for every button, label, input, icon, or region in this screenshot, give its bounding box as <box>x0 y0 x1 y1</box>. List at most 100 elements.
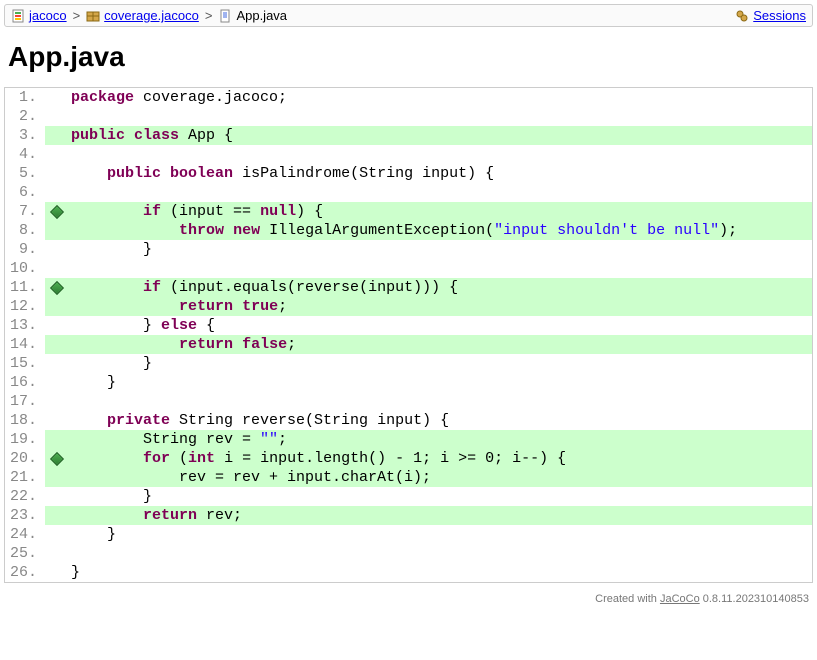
code-content <box>69 259 812 278</box>
file-icon <box>218 9 232 23</box>
coverage-gutter <box>45 202 69 221</box>
code-content: for (int i = input.length() - 1; i >= 0;… <box>69 449 812 468</box>
coverage-gutter <box>45 316 69 335</box>
coverage-gutter <box>45 563 69 582</box>
code-line: 14. return false; <box>5 335 812 354</box>
code-content: private String reverse(String input) { <box>69 411 812 430</box>
code-content: throw new IllegalArgumentException("inpu… <box>69 221 812 240</box>
code-content <box>69 183 812 202</box>
coverage-gutter <box>45 354 69 373</box>
code-content: return false; <box>69 335 812 354</box>
coverage-gutter <box>45 221 69 240</box>
line-number: 2. <box>5 107 45 126</box>
coverage-gutter <box>45 278 69 297</box>
code-line: 3.public class App { <box>5 126 812 145</box>
sessions-link[interactable]: Sessions <box>753 8 806 23</box>
code-line: 22. } <box>5 487 812 506</box>
code-content <box>69 145 812 164</box>
code-line: 11. if (input.equals(reverse(input))) { <box>5 278 812 297</box>
footer-suffix: 0.8.11.202310140853 <box>700 593 809 605</box>
branch-diamond-icon <box>50 280 64 294</box>
breadcrumb-bar: jacoco > coverage.jacoco > App.java Sess… <box>4 4 813 27</box>
line-number: 19. <box>5 430 45 449</box>
coverage-gutter <box>45 297 69 316</box>
code-line: 7. if (input == null) { <box>5 202 812 221</box>
line-number: 20. <box>5 449 45 468</box>
line-number: 25. <box>5 544 45 563</box>
package-icon <box>86 9 100 23</box>
line-number: 24. <box>5 525 45 544</box>
sessions-icon <box>735 9 749 23</box>
line-number: 18. <box>5 411 45 430</box>
line-number: 17. <box>5 392 45 411</box>
coverage-gutter <box>45 449 69 468</box>
code-line: 25. <box>5 544 812 563</box>
coverage-gutter <box>45 373 69 392</box>
line-number: 11. <box>5 278 45 297</box>
branch-diamond-icon <box>50 204 64 218</box>
code-line: 1. package coverage.jacoco; <box>5 88 812 107</box>
line-number: 22. <box>5 487 45 506</box>
coverage-gutter <box>45 126 69 145</box>
breadcrumb-package[interactable]: coverage.jacoco <box>104 8 199 23</box>
coverage-gutter <box>45 335 69 354</box>
report-icon <box>11 9 25 23</box>
code-content: } <box>69 563 812 582</box>
code-content <box>69 544 812 563</box>
code-content: } <box>69 487 812 506</box>
coverage-gutter <box>45 544 69 563</box>
coverage-gutter <box>45 487 69 506</box>
line-number: 7. <box>5 202 45 221</box>
code-line: 2. <box>5 107 812 126</box>
code-content: return rev; <box>69 506 812 525</box>
line-number: 14. <box>5 335 45 354</box>
coverage-gutter <box>45 468 69 487</box>
code-line: 20. for (int i = input.length() - 1; i >… <box>5 449 812 468</box>
breadcrumb-file: App.java <box>236 8 287 23</box>
line-number: 21. <box>5 468 45 487</box>
code-content: } <box>69 525 812 544</box>
code-content: } <box>69 373 812 392</box>
code-line: 13. } else { <box>5 316 812 335</box>
coverage-gutter <box>45 145 69 164</box>
code-content: String rev = ""; <box>69 430 812 449</box>
code-content: return true; <box>69 297 812 316</box>
code-content: if (input == null) { <box>69 202 812 221</box>
line-number: 26. <box>5 563 45 582</box>
code-line: 4. <box>5 145 812 164</box>
code-line: 19. String rev = ""; <box>5 430 812 449</box>
coverage-gutter <box>45 259 69 278</box>
code-line: 10. <box>5 259 812 278</box>
code-line: 26.} <box>5 563 812 582</box>
coverage-gutter <box>45 411 69 430</box>
line-number: 9. <box>5 240 45 259</box>
breadcrumb-root[interactable]: jacoco <box>29 8 67 23</box>
line-number: 1. <box>5 88 45 107</box>
footer: Created with JaCoCo 0.8.11.202310140853 <box>4 593 813 605</box>
footer-prefix: Created with <box>595 593 660 605</box>
breadcrumb-left: jacoco > coverage.jacoco > App.java <box>11 8 287 23</box>
coverage-gutter <box>45 88 69 107</box>
code-content: } <box>69 240 812 259</box>
code-line: 21. rev = rev + input.charAt(i); <box>5 468 812 487</box>
code-line: 23. return rev; <box>5 506 812 525</box>
code-line: 9. } <box>5 240 812 259</box>
breadcrumb-separator: > <box>71 8 83 23</box>
code-content: if (input.equals(reverse(input))) { <box>69 278 812 297</box>
line-number: 12. <box>5 297 45 316</box>
footer-jacoco-link[interactable]: JaCoCo <box>660 593 700 605</box>
code-content: package coverage.jacoco; <box>69 88 812 107</box>
coverage-gutter <box>45 506 69 525</box>
code-line: 6. <box>5 183 812 202</box>
line-number: 8. <box>5 221 45 240</box>
code-line: 15. } <box>5 354 812 373</box>
coverage-gutter <box>45 107 69 126</box>
breadcrumb-right: Sessions <box>735 8 806 23</box>
coverage-gutter <box>45 164 69 183</box>
code-line: 12. return true; <box>5 297 812 316</box>
code-line: 16. } <box>5 373 812 392</box>
line-number: 16. <box>5 373 45 392</box>
coverage-gutter <box>45 392 69 411</box>
line-number: 13. <box>5 316 45 335</box>
coverage-gutter <box>45 525 69 544</box>
